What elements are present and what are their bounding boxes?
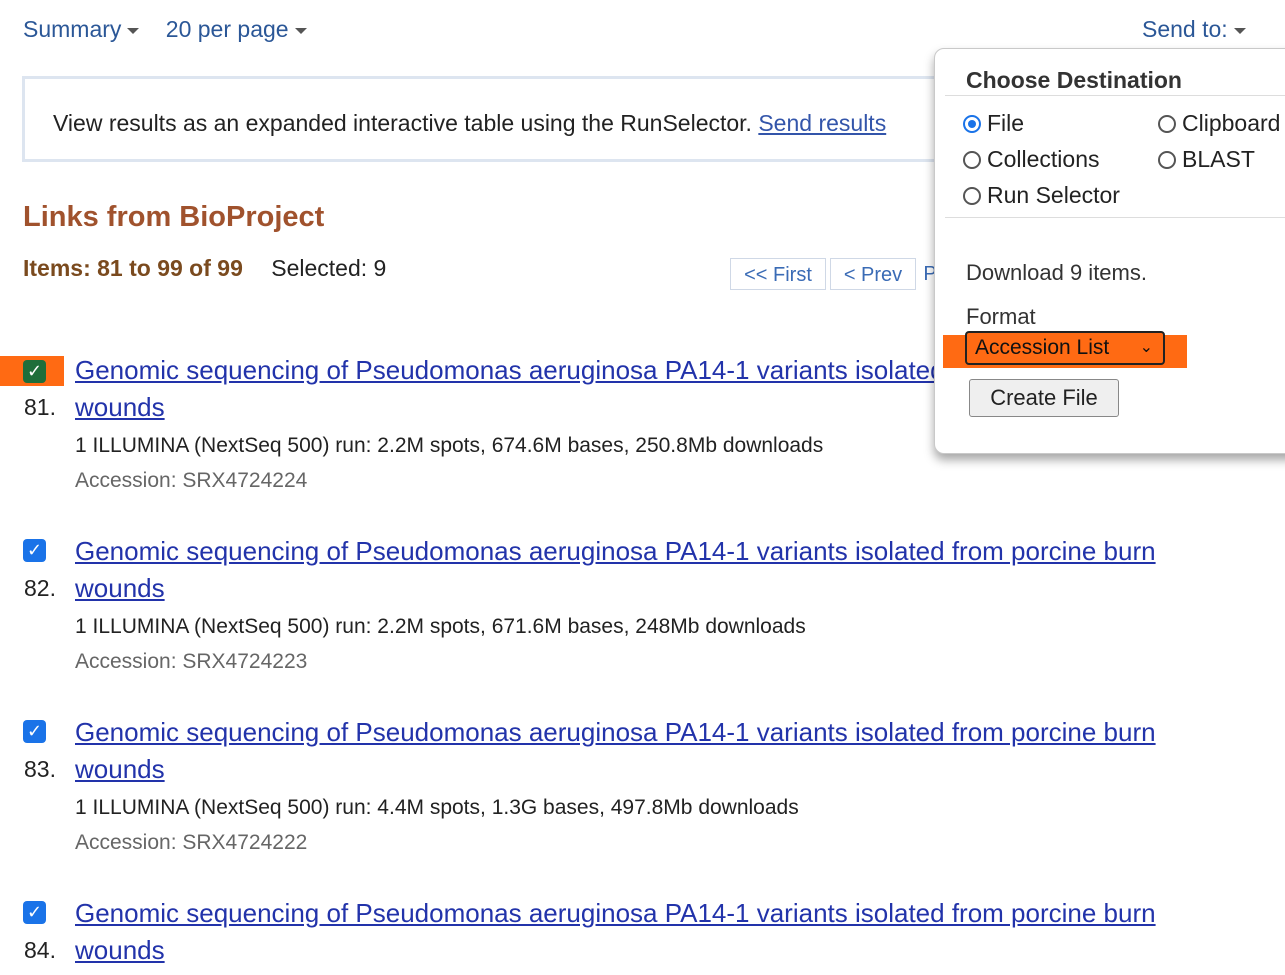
download-count-text: Download 9 items. [966,260,1147,285]
send-to-dropdown[interactable]: Send to: [1142,16,1246,43]
caret-down-icon [294,27,307,34]
create-file-button[interactable]: Create File [969,379,1119,417]
list-item: ✓ 82. Genomic sequencing of Pseudomonas … [0,533,1285,703]
result-accession: Accession: SRX4724224 [75,469,308,492]
radio-file[interactable]: File [963,110,1024,137]
radio-blast-label: BLAST [1182,146,1255,172]
result-accession: Accession: SRX4724223 [75,650,308,673]
display-settings: Summary 20 per page [23,16,327,43]
radio-file-label: File [987,110,1025,136]
result-accession: Accession: SRX4724222 [75,831,308,854]
radio-unselected-icon [963,151,981,169]
items-count: Items: 81 to 99 of 99 [23,255,243,281]
result-number: 82. [24,575,56,601]
per-page-dropdown[interactable]: 20 per page [166,16,307,42]
divider [945,95,1285,96]
divider [945,217,1285,218]
selected-count: Selected: 9 [271,255,387,281]
radio-selected-icon [963,115,981,133]
radio-blast[interactable]: BLAST [1158,146,1255,173]
send-to-label: Send to: [1142,16,1228,42]
result-number: 81. [24,394,56,420]
page-title: Links from BioProject [23,201,325,233]
format-label: Format [966,304,1036,329]
summary-label: Summary [23,16,122,42]
chevron-down-icon: ⌄ [1139,339,1153,356]
caret-down-icon [1233,27,1246,34]
prev-page-button[interactable]: < Prev [830,258,916,290]
format-select-value: Accession List [975,336,1110,359]
list-item: ✓ 83. Genomic sequencing of Pseudomonas … [0,714,1285,884]
result-number: 83. [24,756,56,782]
list-item: ✓ 84. Genomic sequencing of Pseudomonas … [0,895,1285,975]
result-checkbox[interactable]: ✓ [23,360,46,383]
radio-run-selector[interactable]: Run Selector [963,182,1120,209]
radio-clipboard[interactable]: Clipboard [1158,110,1280,137]
result-description: 1 ILLUMINA (NextSeq 500) run: 4.4M spots… [75,796,799,819]
popup-title: Choose Destination [966,67,1182,93]
radio-collections[interactable]: Collections [963,146,1100,173]
send-results-link[interactable]: Send results [758,110,886,136]
radio-collections-label: Collections [987,146,1100,172]
radio-unselected-icon [1158,115,1176,133]
result-title-link[interactable]: Genomic sequencing of Pseudomonas aerugi… [75,714,1215,788]
result-description: 1 ILLUMINA (NextSeq 500) run: 2.2M spots… [75,434,824,457]
items-summary: Items: 81 to 99 of 99 Selected: 9 [23,255,386,282]
send-to-popup: Choose Destination File Clipboard Collec… [934,48,1285,454]
result-description: 1 ILLUMINA (NextSeq 500) run: 2.2M spots… [75,615,806,638]
radio-run-selector-label: Run Selector [987,182,1120,208]
result-title-link[interactable]: Genomic sequencing of Pseudomonas aerugi… [75,895,1215,969]
result-title-link[interactable]: Genomic sequencing of Pseudomonas aerugi… [75,533,1215,607]
runselector-info-box: View results as an expanded interactive … [22,76,982,162]
result-checkbox[interactable]: ✓ [23,539,46,562]
result-checkbox[interactable]: ✓ [23,720,46,743]
result-number: 84. [24,937,56,963]
format-select[interactable]: Accession List ⌄ [965,331,1165,365]
radio-unselected-icon [1158,151,1176,169]
per-page-label: 20 per page [165,16,289,42]
caret-down-icon [127,27,140,34]
summary-dropdown[interactable]: Summary [23,16,140,42]
radio-unselected-icon [963,187,981,205]
radio-clipboard-label: Clipboard [1182,110,1281,136]
result-checkbox[interactable]: ✓ [23,901,46,924]
info-text: View results as an expanded interactive … [53,110,759,136]
first-page-button[interactable]: << First [730,258,826,290]
